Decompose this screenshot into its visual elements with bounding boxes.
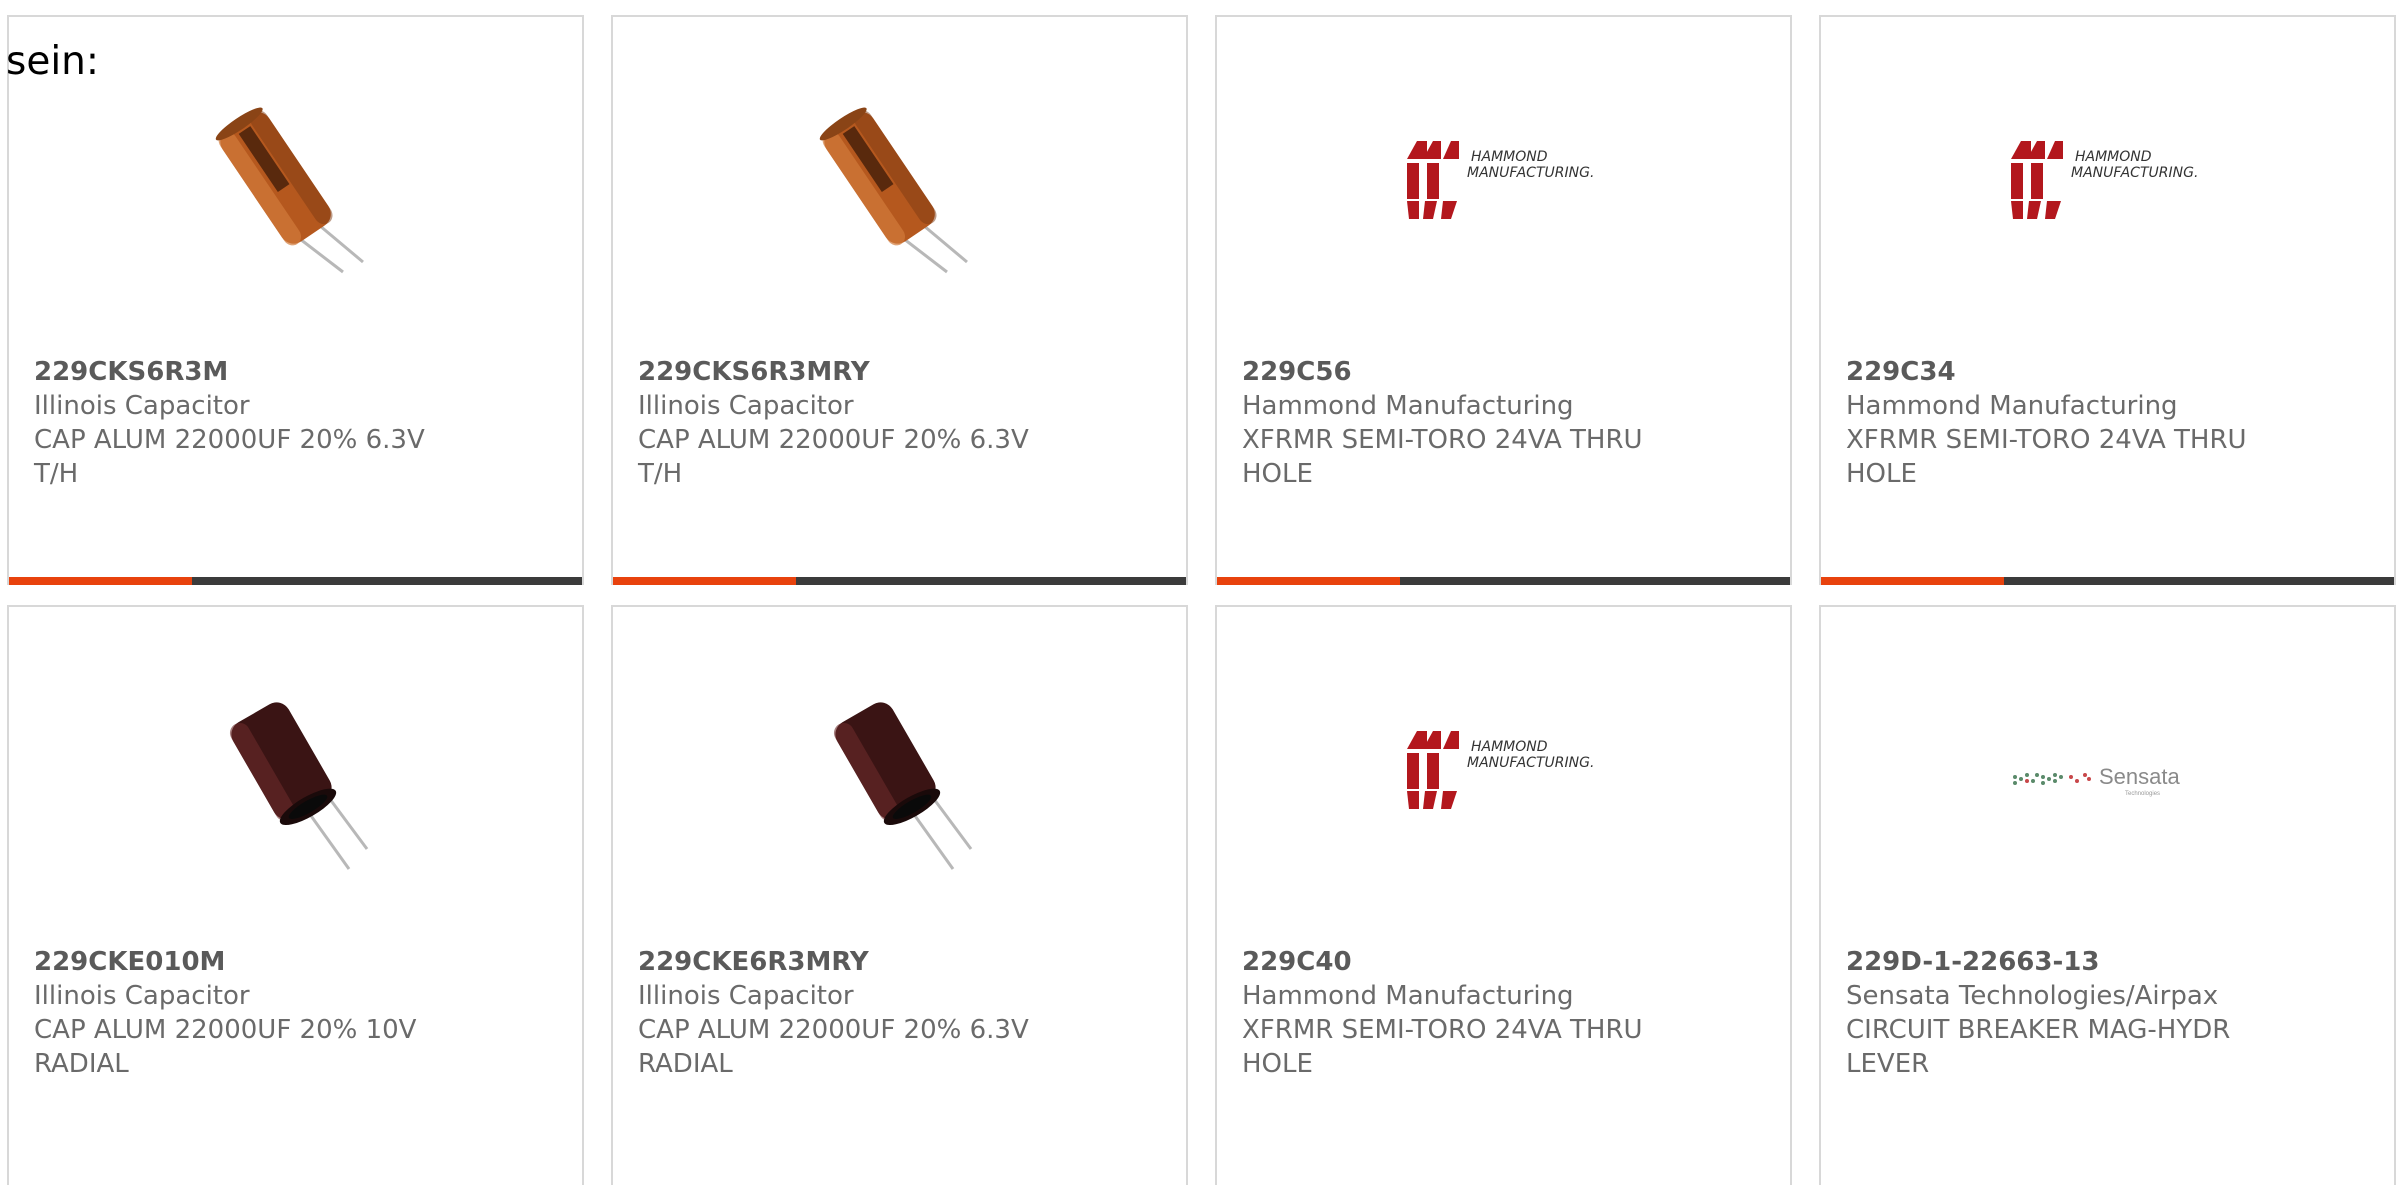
product-description-line2: T/H [34,459,79,489]
sensata-logo-subtext: Technologies [2125,791,2160,797]
hammond-logo-line2: MANUFACTURING. [1467,165,1594,181]
product-card[interactable]: 229CKE010M Illinois Capacitor CAP ALUM 2… [7,605,584,1185]
product-image[interactable]: Sensata Technologies [2007,687,2207,887]
hammond-logo: HAMMOND MANUFACTURING. [1407,141,1594,219]
product-grid: 229CKS6R3M Illinois Capacitor CAP ALUM 2… [0,0,2400,1185]
product-description-line1: CAP ALUM 22000UF 20% 6.3V [638,425,1029,455]
product-info: 229CKS6R3M Illinois Capacitor CAP ALUM 2… [34,355,562,491]
sensata-logo: Sensata Technologies [2013,764,2180,797]
product-card[interactable]: HAMMOND MANUFACTURING. 229C56 Hammond Ma… [1215,15,1792,585]
manufacturer-name: Hammond Manufacturing [1242,391,1574,421]
product-info: 229C40 Hammond Manufacturing XFRMR SEMI-… [1242,945,1770,1081]
manufacturer-name: Illinois Capacitor [34,981,250,1011]
part-number-link[interactable]: 229CKS6R3MRY [638,355,1166,389]
product-image[interactable] [799,687,999,887]
hammond-logo: HAMMOND MANUFACTURING. [1407,731,1594,809]
product-image[interactable]: HAMMOND MANUFACTURING. [1403,97,1603,297]
part-number-link[interactable]: 229CKE6R3MRY [638,945,1166,979]
product-card[interactable]: HAMMOND MANUFACTURING. 229C40 Hammond Ma… [1215,605,1792,1185]
product-image[interactable] [799,97,999,297]
manufacturer-name: Illinois Capacitor [34,391,250,421]
product-info: 229CKE6R3MRY Illinois Capacitor CAP ALUM… [638,945,1166,1081]
part-number-link[interactable]: 229C56 [1242,355,1770,389]
progress-bar-fill [1821,577,2005,585]
product-description-line2: HOLE [1242,1049,1313,1079]
hammond-logo-line1: HAMMOND [2075,149,2152,165]
brown-capacitor-image [229,702,369,870]
product-image[interactable]: HAMMOND MANUFACTURING. [1403,687,1603,887]
product-image[interactable]: HAMMOND MANUFACTURING. [2007,97,2207,297]
hammond-logo-line2: MANUFACTURING. [1467,755,1594,771]
product-description-line1: CAP ALUM 22000UF 20% 6.3V [638,1015,1029,1045]
product-info: 229CKE010M Illinois Capacitor CAP ALUM 2… [34,945,562,1081]
product-description-line1: CAP ALUM 22000UF 20% 10V [34,1015,417,1045]
product-card[interactable]: HAMMOND MANUFACTURING. 229C34 Hammond Ma… [1819,15,2396,585]
product-description-line2: HOLE [1846,459,1917,489]
product-info: 229CKS6R3MRY Illinois Capacitor CAP ALUM… [638,355,1166,491]
orange-capacitor-image [819,107,968,274]
product-description-line2: RADIAL [34,1049,129,1079]
progress-bar-fill [1217,577,1401,585]
progress-bar-fill [613,577,797,585]
product-card[interactable]: 229CKS6R3MRY Illinois Capacitor CAP ALUM… [611,15,1188,585]
part-number-link[interactable]: 229CKS6R3M [34,355,562,389]
manufacturer-name: Hammond Manufacturing [1846,391,2178,421]
product-card[interactable]: Sensata Technologies 229D-1-22663-13 Sen… [1819,605,2396,1185]
product-info: 229D-1-22663-13 Sensata Technologies/Air… [1846,945,2374,1081]
brown-capacitor-image [833,702,973,870]
orange-capacitor-image [215,107,364,274]
page-heading: sein: [6,39,100,84]
manufacturer-name: Sensata Technologies/Airpax [1846,981,2219,1011]
manufacturer-name: Illinois Capacitor [638,391,854,421]
hammond-logo: HAMMOND MANUFACTURING. [2011,141,2198,219]
progress-bar [9,577,582,585]
product-description-line1: XFRMR SEMI-TORO 24VA THRU [1242,1015,1643,1045]
sensata-logo-text: Sensata [2099,764,2180,789]
hammond-logo-line2: MANUFACTURING. [2071,165,2198,181]
product-info: 229C56 Hammond Manufacturing XFRMR SEMI-… [1242,355,1770,491]
part-number-link[interactable]: 229C34 [1846,355,2374,389]
progress-bar [613,577,1186,585]
product-info: 229C34 Hammond Manufacturing XFRMR SEMI-… [1846,355,2374,491]
manufacturer-name: Illinois Capacitor [638,981,854,1011]
product-description-line2: LEVER [1846,1049,1930,1079]
product-image[interactable] [195,97,395,297]
manufacturer-name: Hammond Manufacturing [1242,981,1574,1011]
part-number-link[interactable]: 229CKE010M [34,945,562,979]
progress-bar [1821,577,2394,585]
part-number-link[interactable]: 229D-1-22663-13 [1846,945,2374,979]
product-description-line2: HOLE [1242,459,1313,489]
product-card[interactable]: 229CKS6R3M Illinois Capacitor CAP ALUM 2… [7,15,584,585]
product-description-line2: RADIAL [638,1049,733,1079]
progress-bar [1217,577,1790,585]
hammond-logo-line1: HAMMOND [1471,149,1548,165]
product-description-line1: CIRCUIT BREAKER MAG-HYDR [1846,1015,2231,1045]
product-card[interactable]: 229CKE6R3MRY Illinois Capacitor CAP ALUM… [611,605,1188,1185]
product-description-line1: XFRMR SEMI-TORO 24VA THRU [1846,425,2247,455]
product-description-line1: CAP ALUM 22000UF 20% 6.3V [34,425,425,455]
product-description-line1: XFRMR SEMI-TORO 24VA THRU [1242,425,1643,455]
product-description-line2: T/H [638,459,683,489]
part-number-link[interactable]: 229C40 [1242,945,1770,979]
product-image[interactable] [195,687,395,887]
hammond-logo-line1: HAMMOND [1471,739,1548,755]
progress-bar-fill [9,577,193,585]
